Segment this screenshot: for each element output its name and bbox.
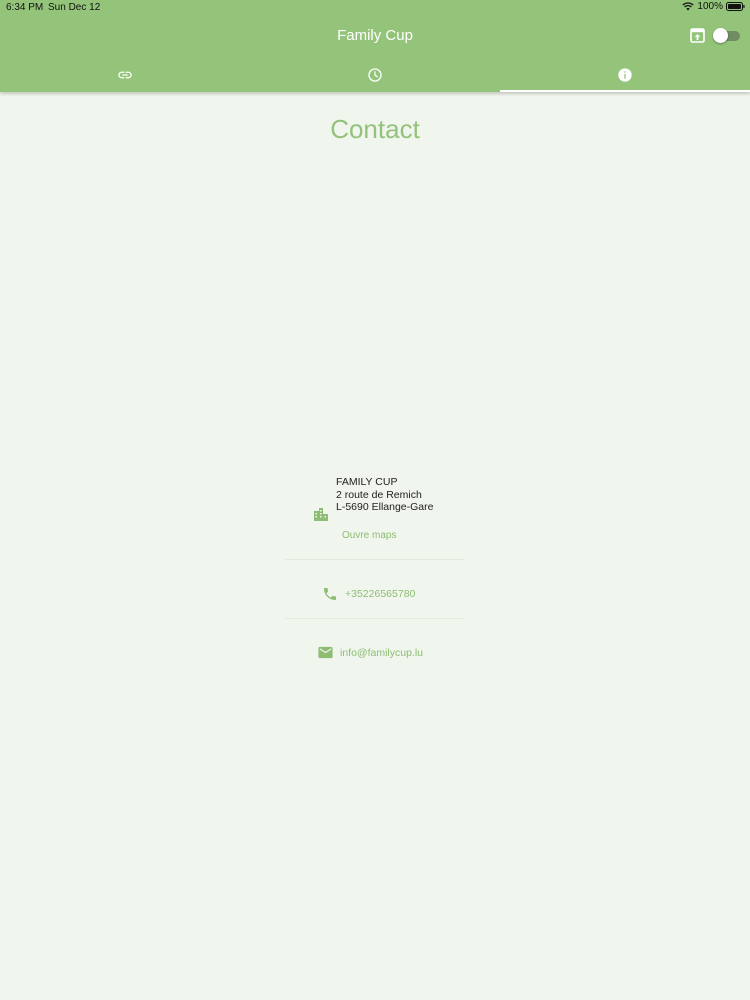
link-icon xyxy=(117,67,133,83)
app-bar: 6:34 PM Sun Dec 12 100% Family Cup xyxy=(0,0,750,92)
status-date: Sun Dec 12 xyxy=(48,2,101,13)
phone-link[interactable]: +35226565780 xyxy=(345,588,415,600)
phone-icon[interactable] xyxy=(322,586,338,602)
toggle-knob xyxy=(713,28,728,43)
tab-links[interactable] xyxy=(0,57,250,92)
building-icon xyxy=(313,506,329,522)
page-title: Contact xyxy=(330,114,420,144)
battery-percent: 100% xyxy=(697,1,723,12)
tab-info[interactable] xyxy=(500,57,750,92)
battery-icon xyxy=(726,2,745,11)
address-block: FAMILY CUP 2 route de Remich L-5690 Ella… xyxy=(336,476,433,514)
divider xyxy=(285,618,465,619)
wifi-icon xyxy=(682,2,695,11)
clock-icon xyxy=(367,67,383,83)
email-link[interactable]: info@familycup.lu xyxy=(340,647,423,659)
status-time: 6:34 PM xyxy=(6,2,44,13)
divider xyxy=(285,559,465,560)
status-indicators: 100% xyxy=(682,1,745,12)
theme-toggle[interactable] xyxy=(712,28,741,43)
open-window-icon[interactable] xyxy=(690,28,705,43)
open-maps-link[interactable]: Ouvre maps xyxy=(342,530,396,541)
tab-schedule[interactable] xyxy=(250,57,500,92)
address-city: L-5690 Ellange-Gare xyxy=(336,501,434,513)
app-title: Family Cup xyxy=(337,27,413,44)
tab-bar xyxy=(0,57,750,92)
info-icon xyxy=(617,67,633,83)
status-bar: 6:34 PM Sun Dec 12 100% xyxy=(0,0,750,16)
selected-tab-indicator xyxy=(500,90,750,92)
mail-icon[interactable] xyxy=(317,645,334,660)
address-name: FAMILY CUP xyxy=(336,476,398,488)
address-street: 2 route de Remich xyxy=(336,488,422,501)
